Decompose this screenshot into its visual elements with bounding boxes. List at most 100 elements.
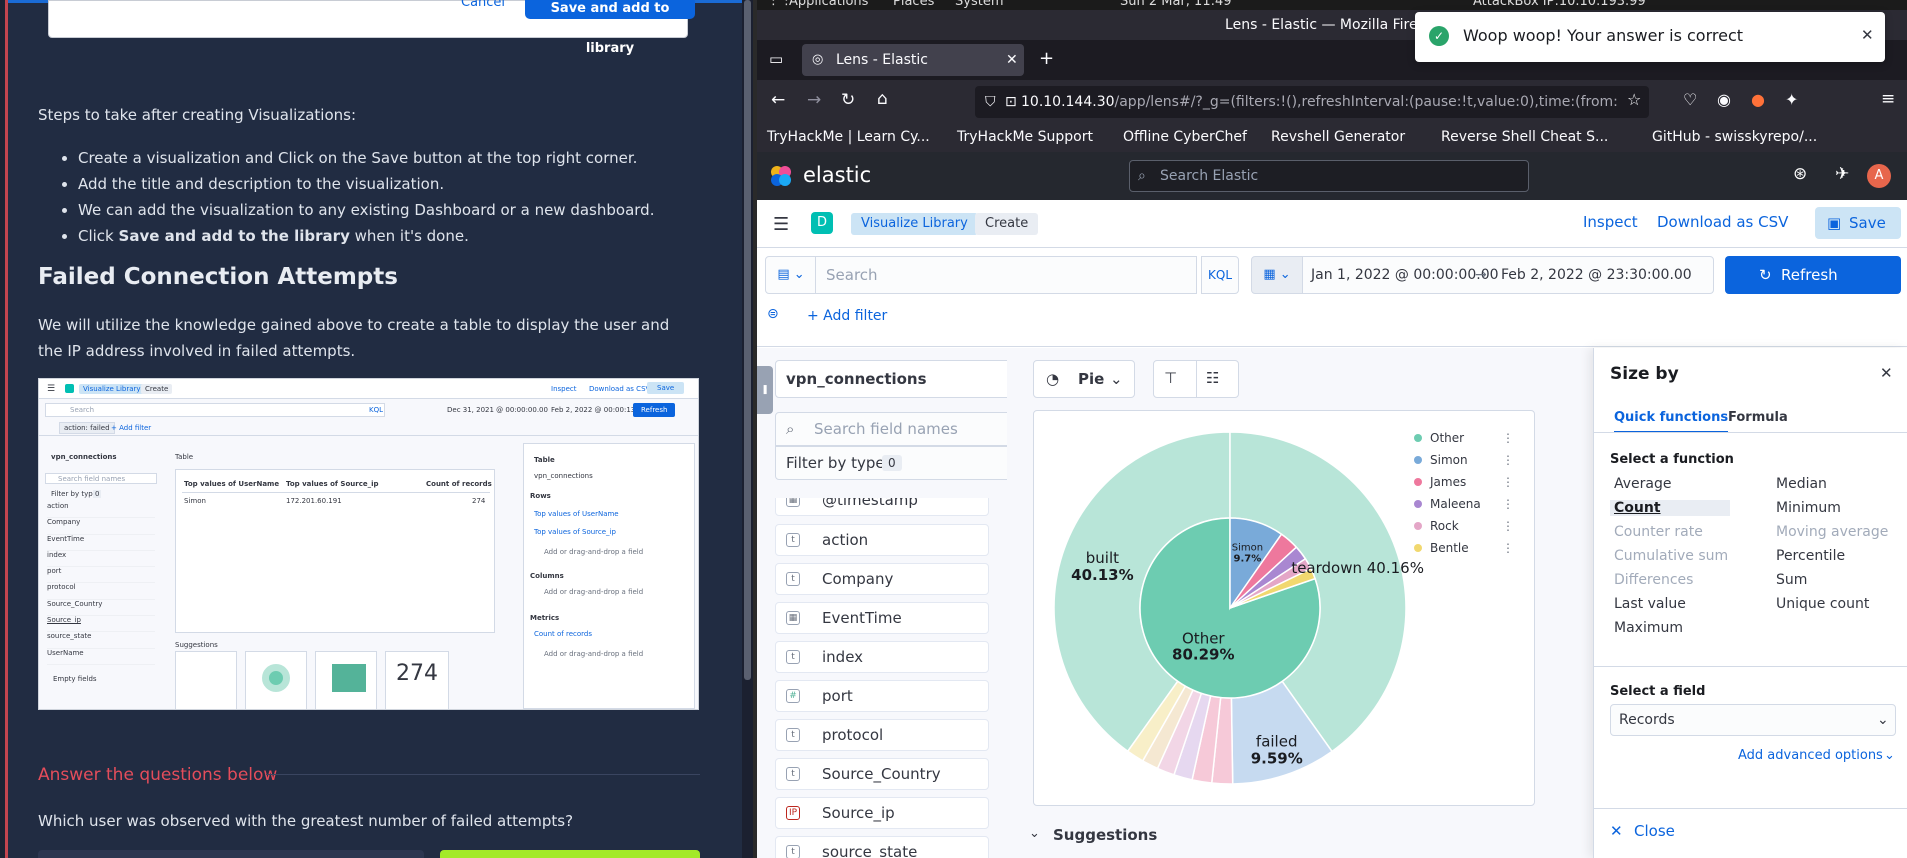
filter-by-type[interactable]: Filter by type 0 ⌄	[775, 446, 1043, 480]
field-item[interactable]: t Company	[775, 563, 989, 595]
shield-icon[interactable]: ⛉	[985, 86, 996, 118]
close-toast-icon[interactable]: ✕	[1861, 26, 1874, 44]
bookmark-item[interactable]: Revshell Generator	[1271, 129, 1405, 145]
chevron-down-icon[interactable]: ⌄	[1029, 826, 1040, 841]
close-flyout-button[interactable]: Close	[1634, 822, 1675, 840]
function-option[interactable]: Unique count	[1776, 596, 1869, 612]
query-input[interactable]: Search	[815, 256, 1197, 294]
field-select[interactable]: Records ⌄	[1610, 704, 1896, 736]
menu-icon[interactable]: ≡	[1881, 89, 1895, 109]
function-option-selected[interactable]: Count	[1610, 500, 1730, 516]
bookmark-item[interactable]: Reverse Shell Cheat S...	[1441, 129, 1608, 145]
add-filter-link[interactable]: + Add filter	[807, 308, 887, 324]
legend-options-icon[interactable]: ⋮	[1502, 537, 1514, 559]
tab-lens[interactable]: ◎ Lens - Elastic ✕	[802, 44, 1024, 76]
page-info-icon[interactable]: ⊡	[1005, 86, 1017, 118]
system-menu[interactable]: System	[955, 0, 1003, 9]
help-icon[interactable]: ⊛	[1793, 164, 1807, 184]
function-option[interactable]: Percentile	[1776, 548, 1845, 564]
bookmark-item[interactable]: Offline CyberChef	[1123, 129, 1247, 145]
function-option[interactable]: Average	[1614, 476, 1672, 492]
field-item[interactable]: t protocol	[775, 719, 989, 751]
url-bar[interactable]: ⛉ ⊡ 10.10.144.30/app/lens#/?_g=(filters:…	[975, 86, 1649, 118]
forward-icon[interactable]: →	[807, 90, 821, 110]
tab-quick-functions[interactable]: Quick functions	[1614, 410, 1729, 433]
close-icon[interactable]: ✕	[1880, 364, 1893, 382]
legend-item[interactable]: Other ⋮	[1414, 427, 1530, 449]
function-option[interactable]: Cumulative sum	[1614, 548, 1728, 564]
close-tab-icon[interactable]: ✕	[1006, 44, 1018, 76]
new-tab-icon[interactable]: +	[1039, 48, 1054, 69]
chart-type-switcher[interactable]: ◔ Pie ⌄	[1033, 360, 1135, 398]
inspect-link[interactable]: Inspect	[1583, 213, 1638, 231]
kql-toggle[interactable]: KQL	[1201, 256, 1239, 294]
function-option[interactable]: Counter rate	[1614, 524, 1703, 540]
legend-options-icon[interactable]: ⋮	[1502, 493, 1514, 515]
applications-menu[interactable]: Applications	[789, 0, 868, 9]
function-option[interactable]: Sum	[1776, 572, 1807, 588]
date-range-picker[interactable]: Jan 1, 2022 @ 00:00:00.00 → Feb 2, 2022 …	[1302, 256, 1714, 294]
labels-icon[interactable]: ⊤	[1164, 369, 1177, 387]
extension-icon[interactable]: ●	[1751, 90, 1765, 109]
function-option[interactable]: Median	[1776, 476, 1827, 492]
save-button[interactable]: ▣ Save	[1815, 207, 1901, 239]
refresh-button[interactable]: ↻ Refresh	[1725, 256, 1901, 294]
calendar-icon[interactable]: ▦ ⌄	[1251, 256, 1303, 294]
home-icon[interactable]: ⌂	[877, 89, 888, 109]
field-item[interactable]: t Source_Country	[775, 758, 989, 790]
legend-options-icon[interactable]: ⋮	[1502, 515, 1514, 537]
function-option[interactable]: Moving average	[1776, 524, 1888, 540]
date-start[interactable]: Jan 1, 2022 @ 00:00:00.00	[1311, 257, 1499, 293]
field-item[interactable]: ▦ @timestamp	[775, 498, 989, 516]
space-avatar[interactable]: D	[811, 212, 833, 234]
legend-item[interactable]: Simon ⋮	[1414, 449, 1530, 471]
account-icon[interactable]: ◉	[1717, 90, 1731, 109]
index-pattern-select[interactable]: vpn_connections ⌄	[775, 360, 1043, 398]
pocket-icon[interactable]: ♡	[1683, 90, 1697, 109]
breadcrumb-visualize-library[interactable]: Visualize Library	[851, 213, 978, 235]
reload-icon[interactable]: ↻	[841, 90, 855, 110]
field-item[interactable]: ▦ EventTime	[775, 602, 989, 634]
download-csv-link[interactable]: Download as CSV	[1657, 213, 1788, 231]
brand-name[interactable]: elastic	[803, 163, 871, 187]
field-item[interactable]: t source_state	[775, 836, 989, 858]
submit-button[interactable]	[440, 850, 700, 858]
global-search[interactable]: ⌕ Search Elastic	[1129, 160, 1529, 192]
bookmark-star-icon[interactable]: ☆	[1627, 90, 1641, 109]
field-search-input[interactable]: ⌕ Search field names ✕	[775, 412, 1043, 446]
saved-query-button[interactable]: ▤ ⌄	[765, 256, 817, 294]
legend-options-icon[interactable]: ⋮	[1502, 471, 1514, 493]
user-avatar[interactable]: A	[1867, 164, 1891, 188]
hamburger-menu-icon[interactable]: ☰	[773, 214, 789, 235]
function-option[interactable]: Maximum	[1614, 620, 1683, 636]
legend-options-icon[interactable]: ⋮	[1502, 449, 1514, 471]
legend-options-icon[interactable]: ⋮	[1502, 427, 1514, 449]
advanced-options-link[interactable]: Add advanced options	[1738, 748, 1883, 763]
bookmark-item[interactable]: TryHackMe Support	[957, 129, 1093, 145]
collapse-panel-icon[interactable]: ❚	[757, 366, 773, 414]
close-x-icon[interactable]: ✕	[1610, 822, 1623, 840]
tab-formula[interactable]: Formula	[1728, 410, 1788, 425]
back-icon[interactable]: ←	[771, 90, 785, 110]
field-item[interactable]: IP Source_ip	[775, 797, 989, 829]
legend-item[interactable]: Maleena ⋮	[1414, 493, 1530, 515]
field-item[interactable]: t index	[775, 641, 989, 673]
extensions-icon[interactable]: ✦	[1785, 90, 1798, 109]
function-option[interactable]: Last value	[1614, 596, 1686, 612]
field-item[interactable]: t action	[775, 524, 989, 556]
tab-overview-icon[interactable]: ▭	[769, 50, 783, 68]
legend-item[interactable]: Bentle ⋮	[1414, 537, 1530, 559]
suggestions-toggle[interactable]: Suggestions	[1053, 826, 1157, 844]
legend-item[interactable]: James ⋮	[1414, 471, 1530, 493]
legend-item[interactable]: Rock ⋮	[1414, 515, 1530, 537]
bookmark-item[interactable]: GitHub - swisskyrepo/...	[1652, 129, 1817, 145]
chevron-down-icon[interactable]: ⌄	[1884, 748, 1895, 763]
places-menu[interactable]: Places	[893, 0, 934, 9]
tutorial-scrollbar-thumb[interactable]	[744, 0, 751, 680]
date-end[interactable]: Feb 2, 2022 @ 23:30:00.00	[1501, 257, 1692, 293]
newsfeed-icon[interactable]: ✈	[1835, 164, 1849, 184]
answer-input[interactable]	[38, 850, 424, 858]
filter-menu-icon[interactable]: ⊜	[767, 306, 779, 322]
bookmark-item[interactable]: TryHackMe | Learn Cy...	[767, 129, 930, 145]
function-option[interactable]: Differences	[1614, 572, 1693, 588]
